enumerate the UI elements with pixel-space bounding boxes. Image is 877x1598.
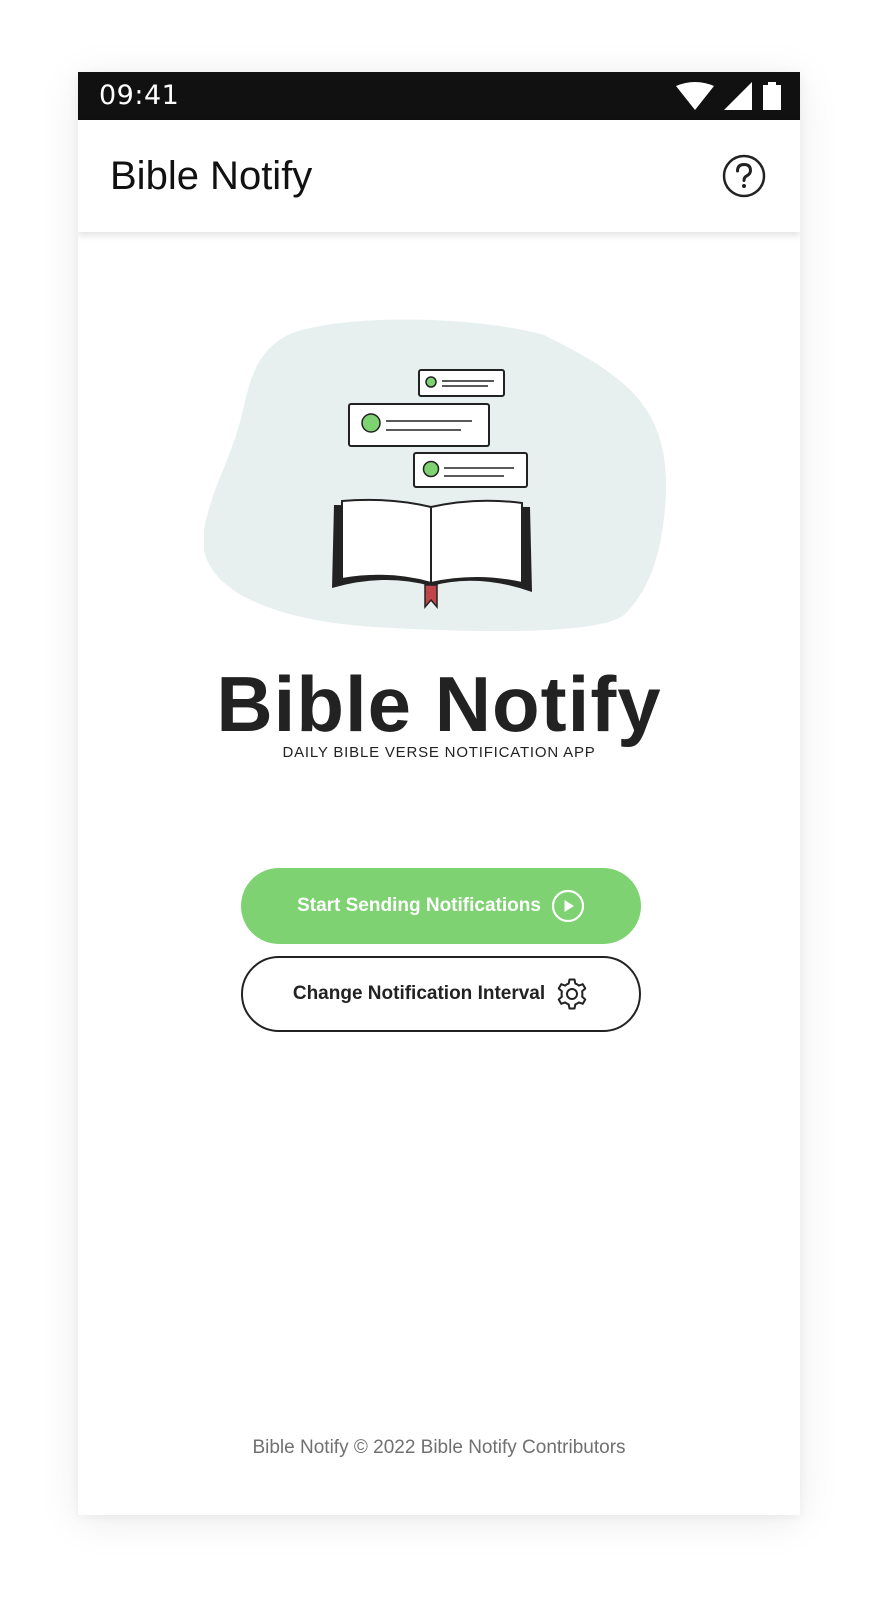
- start-button-label: Start Sending Notifications: [297, 895, 541, 916]
- notification-card-3: [413, 452, 528, 488]
- app-bar-title: Bible Notify: [110, 154, 313, 198]
- notification-illustration: [204, 319, 667, 632]
- status-time: 09:41: [99, 80, 180, 111]
- interval-button-label: Change Notification Interval: [292, 983, 546, 1004]
- help-circle-icon: [722, 154, 766, 198]
- status-bar: 09:41: [78, 72, 800, 120]
- change-notification-interval-button[interactable]: Change Notification Interval: [241, 956, 641, 1032]
- phone-screen: 09:41 Bible Notify Bible Notify DAILY BI…: [78, 72, 800, 1515]
- notification-card-1: [418, 369, 505, 397]
- footer-copyright: Bible Notify © 2022 Bible Notify Contrib…: [252, 1437, 626, 1458]
- help-button[interactable]: [722, 154, 766, 198]
- battery-icon: [763, 82, 781, 110]
- app-bar: Bible Notify: [78, 120, 800, 232]
- play-circle-icon: [551, 889, 585, 923]
- cellular-signal-icon: [724, 82, 752, 110]
- wifi-icon: [676, 82, 714, 110]
- brand-title: Bible Notify: [216, 660, 662, 748]
- notification-card-2: [348, 403, 490, 447]
- status-icons: [676, 82, 782, 110]
- gear-icon: [557, 978, 587, 1010]
- start-sending-notifications-button[interactable]: Start Sending Notifications: [241, 868, 641, 944]
- brand-subtitle: DAILY BIBLE VERSE NOTIFICATION APP: [282, 744, 596, 761]
